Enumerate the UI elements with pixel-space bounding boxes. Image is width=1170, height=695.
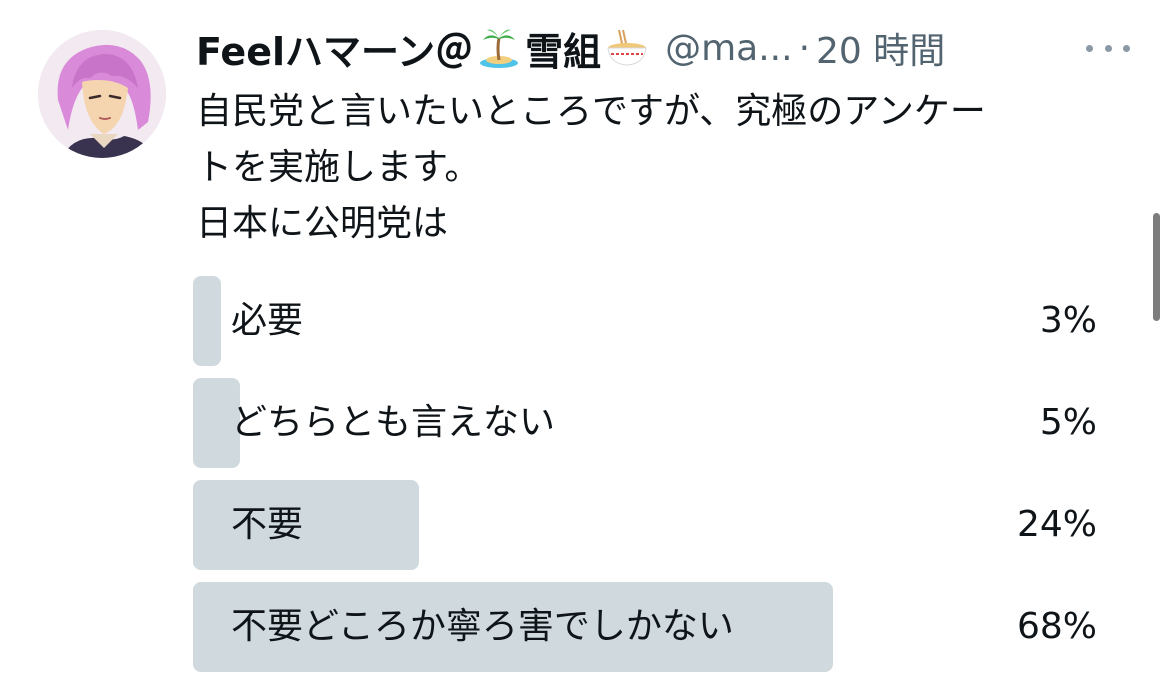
poll-option-percent: 24% — [1016, 504, 1097, 545]
tweet-text-line: 日本に公明党は — [196, 203, 449, 244]
poll-option-bar — [193, 480, 419, 570]
tweet-text-line: トを実施します。 — [196, 147, 481, 188]
more-dot — [1104, 44, 1112, 52]
poll-option-label: 必要 — [231, 300, 304, 341]
more-dot — [1086, 44, 1093, 52]
separator-dot: · — [798, 27, 811, 69]
poll-option-percent: 68% — [1016, 606, 1097, 647]
poll: 必要 3% どちらとも言えない 5% 不要 24% 不要どころか寧ろ害でしかない… — [193, 276, 1105, 684]
user-handle[interactable]: @ma... — [665, 28, 792, 69]
poll-option[interactable]: 不要どころか寧ろ害でしかない 68% — [193, 582, 1105, 672]
poll-option[interactable]: 不要 24% — [193, 480, 1105, 570]
tweet-header: Feelハマーン＠ 雪組 @ma... · 20 時間 — [196, 20, 1096, 76]
poll-option-percent: 5% — [1039, 402, 1097, 443]
poll-option[interactable]: 必要 3% — [193, 276, 1105, 366]
display-name-suffix[interactable]: 雪組 — [525, 21, 601, 76]
poll-option-bar — [193, 276, 221, 366]
poll-option-label: 不要 — [231, 504, 304, 545]
more-dot — [1123, 44, 1130, 52]
ramen-bowl-icon — [605, 26, 649, 70]
tweet-text-line: 自民党と言いたいところですが、究極のアンケー — [196, 91, 986, 132]
poll-option[interactable]: どちらとも言えない 5% — [193, 378, 1105, 468]
scrollbar[interactable] — [1153, 213, 1160, 321]
avatar[interactable] — [38, 30, 166, 158]
poll-option-label: 不要どころか寧ろ害でしかない — [231, 606, 734, 647]
palm-island-icon — [477, 26, 521, 70]
more-horizontal-icon[interactable] — [1086, 30, 1130, 66]
avatar-image — [38, 30, 166, 158]
poll-option-percent: 3% — [1039, 300, 1097, 341]
tweet: Feelハマーン＠ 雪組 @ma... · 20 時間 自民党と言いたいところで… — [0, 0, 1170, 695]
display-name[interactable]: Feelハマーン＠ — [196, 21, 473, 76]
timestamp[interactable]: 20 時間 — [816, 22, 945, 74]
tweet-text: 自民党と言いたいところですが、究極のアンケー トを実施します。 日本に公明党は — [196, 84, 1136, 252]
poll-option-label: どちらとも言えない — [231, 402, 556, 443]
